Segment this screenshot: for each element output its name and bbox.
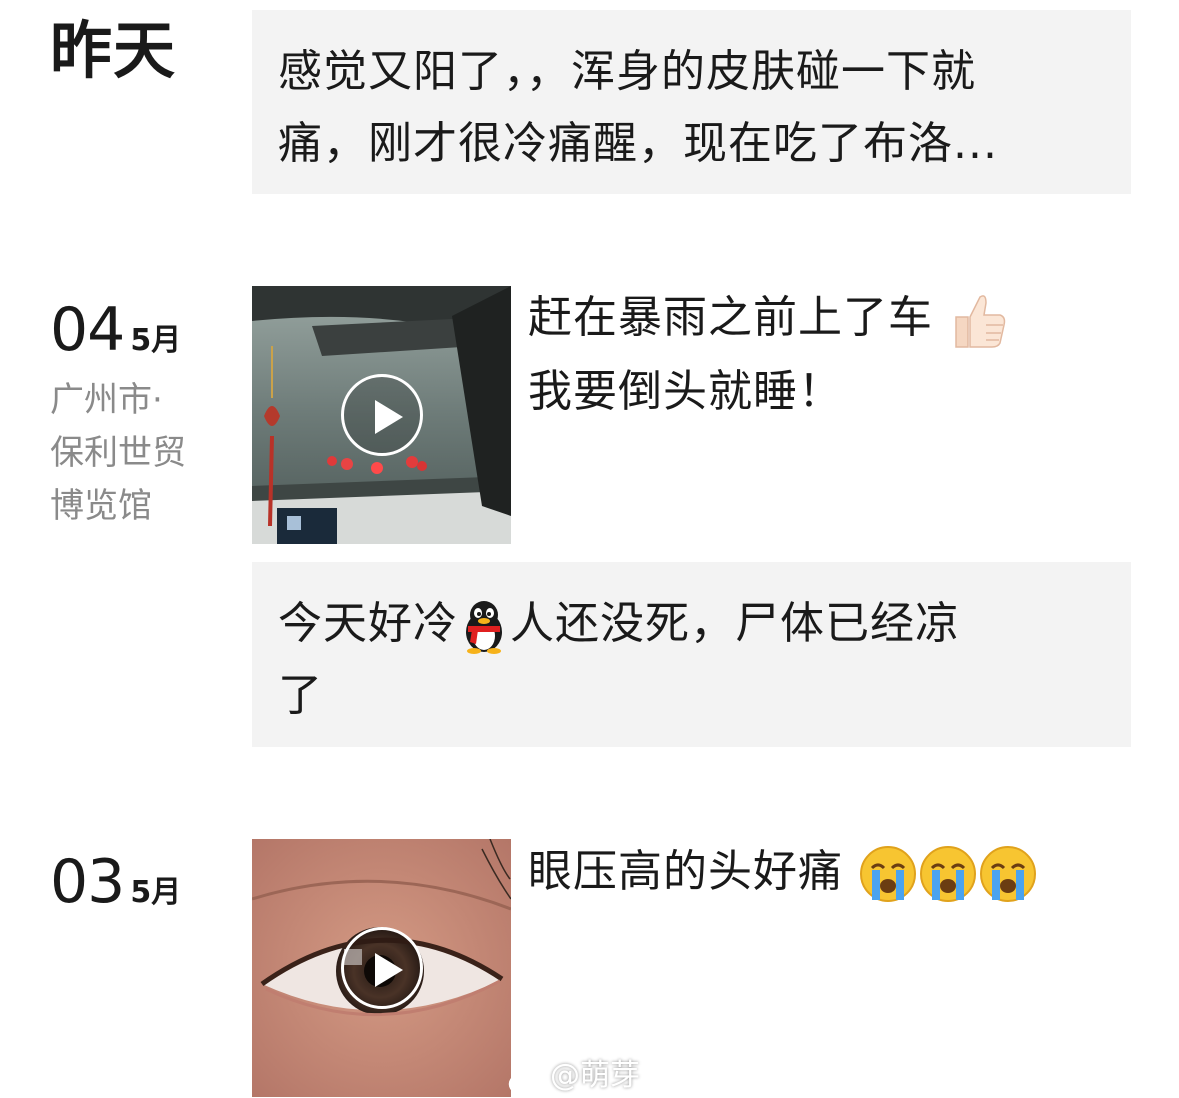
watermark-text: @萌芽 (550, 1058, 640, 1093)
crying-face-icon (860, 846, 916, 902)
weibo-watermark: @萌芽 (508, 1050, 640, 1098)
crying-face-icon (920, 846, 976, 902)
play-button-icon[interactable] (340, 927, 423, 1009)
caption-text: 赶在暴雨之前上了车 (528, 292, 933, 343)
thumbs-up-icon (955, 295, 1006, 348)
qq-penguin-icon (466, 601, 502, 654)
date-month: 5月 (130, 323, 182, 358)
crying-face-icon (980, 846, 1036, 902)
video-thumbnail-rain[interactable] (252, 286, 511, 544)
weibo-logo-icon (508, 1063, 550, 1096)
text-post-bubble[interactable]: 今天好冷 人还没死，尸体已经凉 了 (252, 562, 1131, 747)
location-line: 博览馆 (50, 486, 152, 526)
date-label-yesterday: 昨天 (50, 14, 177, 87)
play-button-icon[interactable] (340, 374, 423, 456)
date-label-04: 04 5月 (50, 300, 181, 360)
date-day: 03 (50, 847, 125, 917)
video-post-caption-line-2: 我要倒头就睡！ (528, 366, 843, 417)
post-text-part: 今天好冷 (278, 598, 458, 649)
location-line: 广州市· (50, 380, 163, 420)
text-post-bubble[interactable]: 感觉又阳了，，浑身的皮肤碰一下就 痛，刚才很冷痛醒，现在吃了布洛... (252, 10, 1131, 194)
video-post-caption-line-1: 眼压高的头好痛 (528, 836, 1038, 908)
post-text-line-1: 感觉又阳了，，浑身的皮肤碰一下就 (278, 46, 976, 97)
post-text-line-1: 今天好冷 人还没死，尸体已经凉 (278, 588, 960, 660)
post-text-line-2: 痛，刚才很冷痛醒，现在吃了布洛... (278, 118, 998, 169)
date-month: 5月 (130, 875, 182, 910)
video-thumbnail-eye[interactable] (252, 839, 511, 1097)
post-location[interactable]: 广州市· 保利世贸 博览馆 (50, 374, 210, 533)
date-day: 04 (50, 295, 125, 365)
video-post-caption-line-1: 赶在暴雨之前上了车 (528, 282, 1010, 354)
location-line: 保利世贸 (50, 433, 186, 473)
caption-text: 眼压高的头好痛 (528, 846, 843, 897)
date-label-03: 03 5月 (50, 852, 181, 912)
post-text-part: 人还没死，尸体已经凉 (510, 598, 960, 649)
post-text-line-2: 了 (278, 670, 323, 721)
